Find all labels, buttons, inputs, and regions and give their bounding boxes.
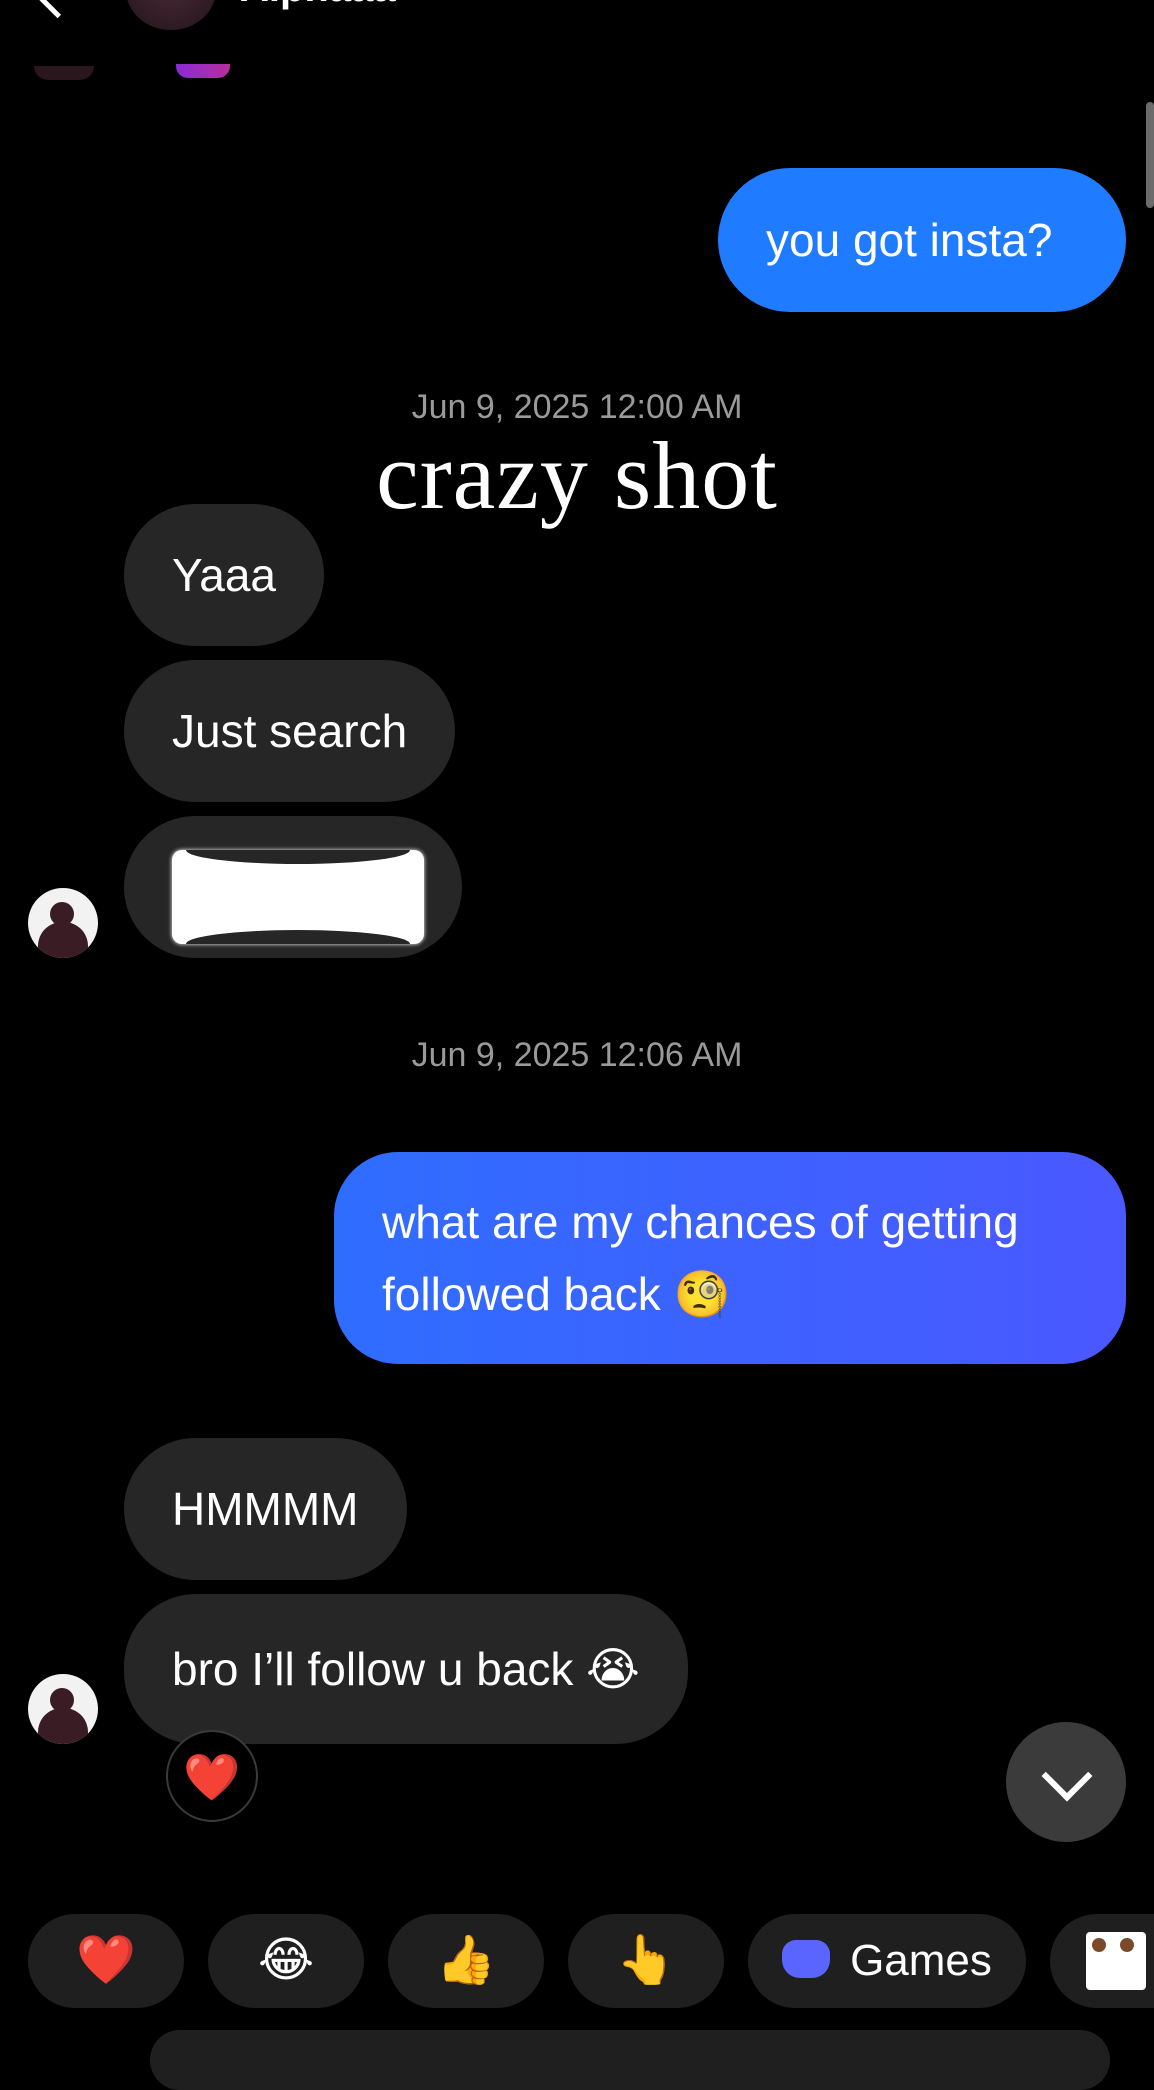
back-arrow-icon[interactable]: [32, 0, 83, 19]
quick-reply-point-up[interactable]: 👆: [568, 1914, 724, 2008]
sender-avatar[interactable]: [28, 1674, 98, 1744]
incoming-message[interactable]: HMMMM: [124, 1438, 407, 1580]
contact-avatar[interactable]: [126, 0, 216, 30]
games-button[interactable]: Games: [748, 1914, 1026, 2008]
contact-name[interactable]: Alphaaa: [240, 0, 396, 11]
scroll-to-bottom-button[interactable]: [1006, 1722, 1126, 1842]
gamepad-icon: [782, 1940, 831, 1979]
avatar-sliver: [34, 66, 94, 80]
sticker-icon: [1086, 1932, 1146, 1990]
outgoing-message[interactable]: you got insta?: [718, 168, 1126, 312]
redacted-content: [172, 850, 424, 944]
message-text: bro I’ll follow u back 😭: [172, 1643, 640, 1695]
quick-reply-laugh[interactable]: 😂: [208, 1914, 364, 2008]
message-text: you got insta?: [766, 214, 1053, 266]
scrollbar[interactable]: [1146, 102, 1154, 208]
story-ring-sliver: [176, 64, 230, 78]
incoming-message[interactable]: Just search: [124, 660, 456, 802]
message-composer[interactable]: [150, 2030, 1110, 2090]
message-text-line: what are my chances of getting: [382, 1196, 1019, 1248]
message-timestamp: Jun 9, 2025 12:06 AM: [411, 1036, 743, 1074]
quick-reply-thumbs-up[interactable]: 👍: [388, 1914, 544, 2008]
heart-reaction[interactable]: ❤️: [166, 1730, 258, 1822]
outgoing-message[interactable]: what are my chances of getting followed …: [334, 1152, 1126, 1364]
sender-avatar[interactable]: [28, 888, 98, 958]
incoming-message[interactable]: Yaaa: [124, 504, 325, 646]
sticker-button[interactable]: [1050, 1914, 1154, 2008]
message-text: HMMMM: [172, 1483, 359, 1535]
message-text: Yaaa: [172, 549, 277, 601]
quick-reply-heart[interactable]: ❤️: [28, 1914, 184, 2008]
incoming-message[interactable]: bro I’ll follow u back 😭: [124, 1594, 688, 1744]
message-text-line: followed back 🧐: [382, 1268, 731, 1320]
games-label: Games: [850, 1936, 992, 1985]
message-text: Just search: [172, 705, 408, 757]
